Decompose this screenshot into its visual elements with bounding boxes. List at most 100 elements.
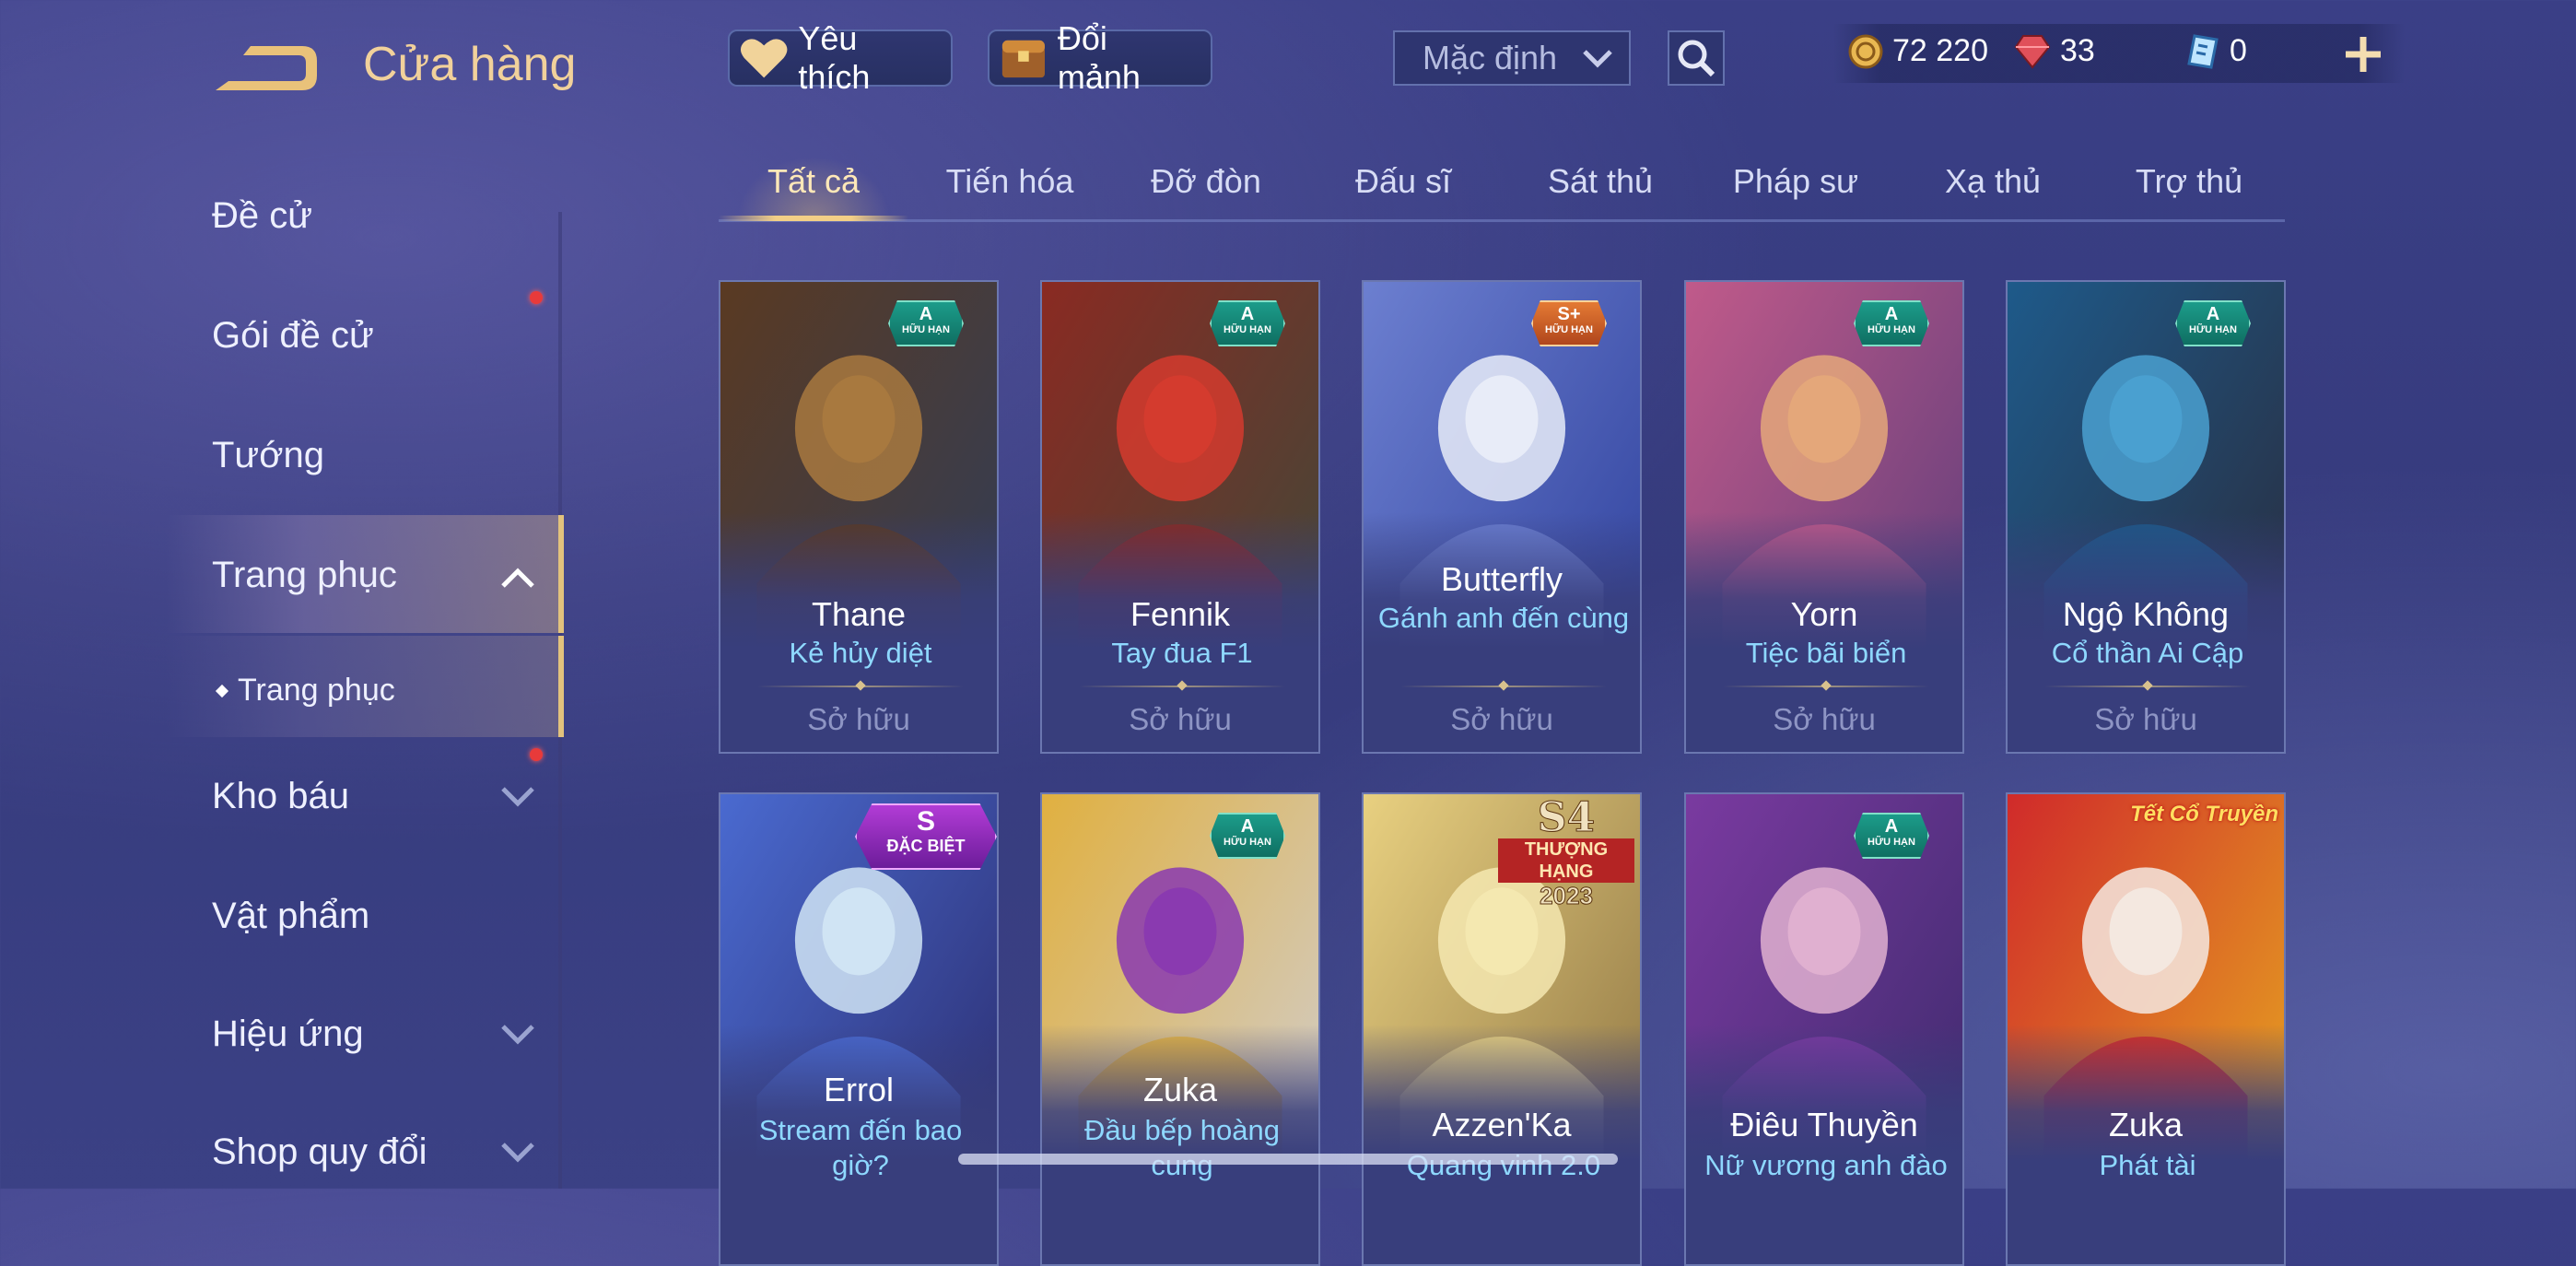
event-badge: Tết Cổ Truyền: [2130, 802, 2278, 826]
skin-card[interactable]: S+ HỮU HẠN Butterfly Gánh anh đến cùng Sở…: [1362, 280, 1642, 754]
chevron-down-icon: [501, 1025, 534, 1045]
sidebar-item-heroes[interactable]: Tướng: [212, 435, 324, 476]
skin-card[interactable]: A HỮU HẠN Thane Kẻ hủy diệt Sở hữu: [719, 280, 999, 754]
skin-card[interactable]: S ĐẶC BIỆT Errol Stream đến bao giờ?: [719, 792, 999, 1266]
skin-card[interactable]: A HỮU HẠN Zuka Đầu bếp hoàng cung: [1040, 792, 1320, 1266]
sidebar-item-recommended-bundles[interactable]: Gói đề cử: [212, 315, 374, 357]
badge-grade: A: [1884, 304, 1899, 324]
hero-name: Thane: [811, 595, 907, 633]
tab-mage[interactable]: Pháp sư: [1733, 162, 1858, 201]
hero-name: Điêu Thuyền: [1730, 1106, 1918, 1143]
badge-grade: S+: [1557, 304, 1581, 324]
sidebar-item-recommended[interactable]: Đề cử: [212, 195, 312, 237]
rarity-badge: S ĐẶC BIỆT: [855, 803, 997, 870]
skin-card[interactable]: A HỮU HẠN Yorn Tiệc bãi biển Sở hữu: [1684, 280, 1964, 754]
rarity-badge: A HỮU HẠN: [1210, 300, 1285, 346]
owned-status: Sở hữu: [1129, 702, 1232, 736]
skin-name: Kẻ hủy diệt: [789, 637, 932, 669]
exchange-shards-button[interactable]: Đổi mảnh: [988, 19, 1212, 96]
voucher-balance: 0: [2185, 33, 2247, 69]
hero-name: Ngộ Không: [2062, 595, 2230, 633]
plus-icon: [2346, 37, 2381, 72]
gold-balance: 72 220: [1848, 33, 1988, 69]
skin-name: Đầu bếp hoàng cung: [1083, 1114, 1281, 1181]
skin-card[interactable]: S4 THƯỢNG HẠNG 2023 Azzen'Ka Quang vinh …: [1362, 792, 1642, 1266]
ruby-gem-icon: [2014, 34, 2051, 69]
badge-grade: A: [1884, 816, 1899, 837]
skin-name: Nữ vương anh đào: [1704, 1149, 1948, 1181]
badge-label: HỮU HẠN: [1545, 324, 1593, 335]
tab-all[interactable]: Tất cả: [767, 162, 860, 201]
card-fade: [2008, 1025, 2284, 1264]
search-icon: [1678, 40, 1715, 77]
sidebar-subitem-skins[interactable]: Trang phục: [215, 673, 395, 709]
badge-grade: S: [916, 806, 935, 837]
skin-name: Stream đến bao giờ?: [758, 1114, 963, 1181]
sidebar-item-skins[interactable]: Trang phục: [212, 555, 397, 596]
back-arrow-icon: [216, 46, 317, 90]
skin-card[interactable]: Tết Cổ Truyền Zuka Phát tài: [2006, 792, 2286, 1266]
chest-icon: [1001, 40, 1045, 78]
owned-status: Sở hữu: [1450, 702, 1553, 736]
sidebar-item-effects[interactable]: Hiệu ứng: [212, 1014, 364, 1055]
badge-label: ĐẶC BIỆT: [886, 837, 966, 855]
tab-tank[interactable]: Đỡ đòn: [1151, 162, 1261, 201]
badge-grade: A: [1240, 816, 1255, 837]
hero-name: Errol: [823, 1071, 894, 1108]
rarity-badge: A HỮU HẠN: [1854, 300, 1929, 346]
ruby-balance: 33: [2014, 33, 2095, 69]
rank-season-badge: S4 THƯỢNG HẠNG 2023: [1493, 794, 1640, 909]
ruby-amount: 33: [2060, 33, 2095, 68]
skin-card[interactable]: A HỮU HẠN Ngộ Không Cổ thần Ai Cập Sở hữu: [2006, 280, 2286, 754]
chevron-down-icon: [1583, 50, 1612, 68]
sidebar-item-treasure[interactable]: Kho báu: [212, 776, 349, 817]
exchange-label: Đổi mảnh: [1057, 19, 1141, 96]
card-fade: [1364, 1025, 1640, 1264]
sort-dropdown[interactable]: Mặc định: [1393, 30, 1631, 86]
skin-card[interactable]: A HỮU HẠN Điêu Thuyền Nữ vương anh đào: [1684, 792, 1964, 1266]
gold-coin-icon: [1848, 34, 1883, 68]
tab-active-underline: [719, 216, 908, 221]
badge-label: HỮU HẠN: [1868, 324, 1915, 335]
skin-card[interactable]: A HỮU HẠN Fennik Tay đua F1 Sở hữu: [1040, 280, 1320, 754]
tabs-baseline: [719, 219, 2285, 222]
rarity-badge: A HỮU HẠN: [1854, 813, 1929, 859]
back-button[interactable]: [210, 41, 321, 96]
rarity-badge: A HỮU HẠN: [888, 300, 964, 346]
badge-label: HỮU HẠN: [1868, 837, 1915, 848]
hero-name: Fennik: [1130, 595, 1231, 633]
category-tabs: Tất cả Tiến hóa Đỡ đòn Đấu sĩ Sát thủ Ph…: [719, 157, 2285, 227]
notification-dot: [530, 748, 543, 761]
skin-name: Tay đua F1: [1111, 637, 1253, 669]
tab-support[interactable]: Trợ thủ: [2136, 162, 2242, 201]
sidebar-item-exchange-shop[interactable]: Shop quy đổi: [212, 1131, 427, 1173]
badge-label: HỮU HẠN: [1224, 324, 1271, 335]
search-button[interactable]: [1668, 30, 1725, 86]
heart-icon: [740, 39, 788, 78]
add-currency-button[interactable]: [2340, 31, 2386, 77]
tab-marksman[interactable]: Xạ thủ: [1945, 162, 2041, 201]
rank-label: THƯỢNG HẠNG: [1498, 838, 1634, 883]
owned-status: Sở hữu: [807, 702, 910, 736]
hero-name: Azzen'Ka: [1432, 1106, 1572, 1143]
owned-status: Sở hữu: [1773, 702, 1876, 736]
tab-assassin[interactable]: Sát thủ: [1548, 162, 1653, 201]
badge-label: HỮU HẠN: [902, 324, 950, 335]
gold-amount: 72 220: [1892, 33, 1988, 68]
favorite-button[interactable]: Yêu thích: [728, 19, 953, 96]
hero-name: Yorn: [1790, 595, 1858, 633]
favorite-label: Yêu thích: [798, 19, 871, 96]
sidebar-item-items[interactable]: Vật phẩm: [212, 896, 369, 937]
hero-name: Zuka: [1142, 1071, 1218, 1108]
owned-status: Sở hữu: [2094, 702, 2197, 736]
tab-fighter[interactable]: Đấu sĩ: [1355, 162, 1451, 201]
skin-name: Phát tài: [2099, 1149, 2196, 1181]
card-fade: [1686, 1025, 1962, 1264]
badge-grade: A: [2206, 304, 2220, 324]
rank-year: 2023: [1540, 882, 1594, 909]
badge-label: HỮU HẠN: [1224, 837, 1271, 848]
chevron-down-icon: [501, 1143, 534, 1163]
tab-evolution[interactable]: Tiến hóa: [946, 162, 1074, 201]
home-indicator: [958, 1154, 1618, 1165]
rank-season: S4: [1537, 794, 1596, 841]
